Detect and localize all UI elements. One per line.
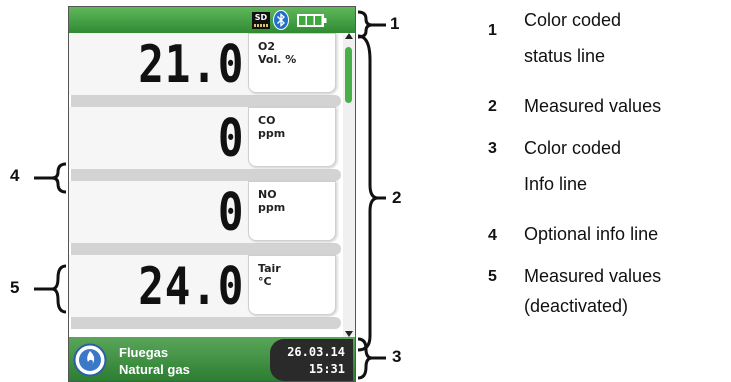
legend-number: 5 — [488, 268, 497, 285]
bracket-1 — [357, 10, 386, 39]
callout-number: 4 — [10, 166, 20, 185]
bracket-4 — [34, 162, 67, 194]
legend-text: Color coded — [524, 138, 622, 158]
legend-number: 1 — [488, 22, 497, 39]
callout-number: 2 — [392, 188, 402, 207]
callout-number: 3 — [392, 347, 402, 366]
legend-text: status line — [524, 46, 606, 66]
bracket-3 — [357, 337, 386, 380]
callout-brackets — [34, 10, 386, 380]
legend-text: Optional info line — [524, 224, 659, 244]
legend-text: Measured values — [524, 96, 662, 116]
callout-number: 1 — [390, 14, 400, 33]
legend-text: Color coded — [524, 10, 622, 30]
legend-text: Info line — [524, 174, 588, 194]
legend-text: Measured values — [524, 266, 662, 286]
legend-number: 2 — [488, 98, 497, 115]
bracket-5 — [34, 264, 67, 314]
legend-number: 4 — [488, 227, 497, 244]
bracket-2 — [357, 34, 386, 352]
legend-number: 3 — [488, 140, 497, 157]
callout-number: 5 — [10, 278, 20, 297]
legend-text: (deactivated) — [524, 296, 629, 316]
